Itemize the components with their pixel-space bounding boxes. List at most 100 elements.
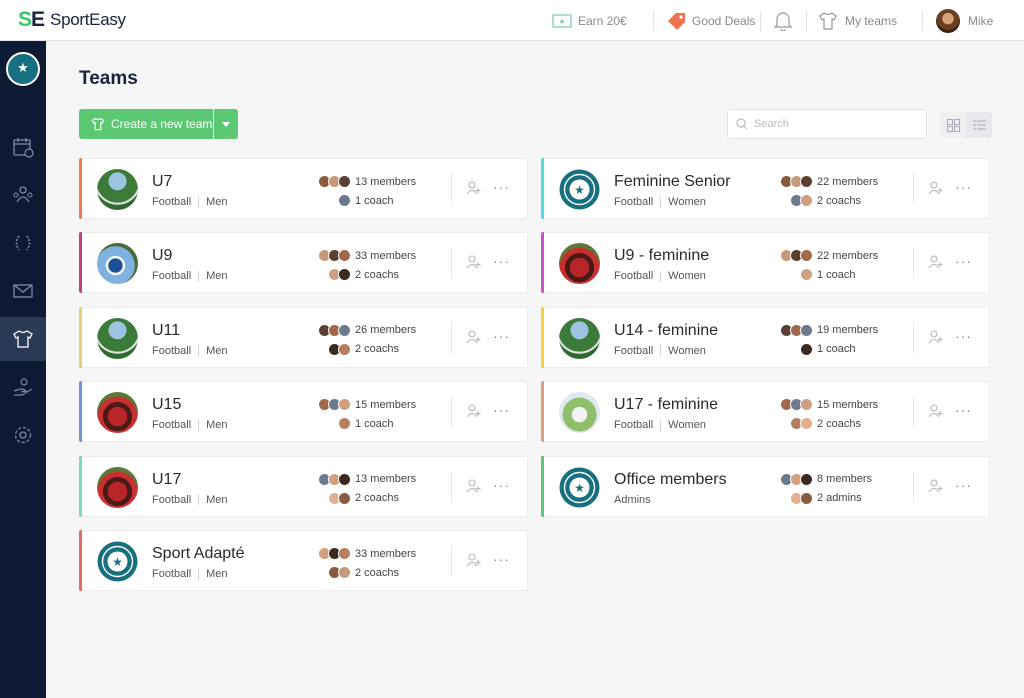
team-card[interactable]: U17 - feminine Football Women 15 members 2 c… <box>541 381 990 443</box>
hand-heart-icon[interactable] <box>0 365 46 409</box>
more-options-icon[interactable]: ··· <box>493 551 510 567</box>
staff-count[interactable]: 2 coachs <box>780 191 920 210</box>
team-name[interactable]: U17 <box>152 471 181 489</box>
team-name[interactable]: U7 <box>152 173 172 191</box>
more-options-icon[interactable]: ··· <box>955 179 972 195</box>
staff-count[interactable]: 2 coachs <box>318 563 458 582</box>
members-count[interactable]: 13 members <box>318 470 458 489</box>
team-photo[interactable] <box>559 243 600 285</box>
members-count[interactable]: 26 members <box>318 321 458 340</box>
team-card[interactable]: ★ Feminine Senior Football Women 22 members 2… <box>541 158 990 219</box>
staff-count[interactable]: 2 coachs <box>318 265 458 284</box>
add-member-button[interactable] <box>466 330 481 349</box>
add-member-button[interactable] <box>928 255 943 274</box>
members-count[interactable]: 15 members <box>318 395 458 414</box>
add-member-button[interactable] <box>928 181 943 200</box>
add-member-button[interactable] <box>928 404 943 423</box>
user-menu[interactable]: Mike <box>936 0 993 41</box>
team-name[interactable]: U9 - feminine <box>614 247 709 265</box>
staff-count[interactable]: 1 coach <box>780 265 920 284</box>
add-member-button[interactable] <box>466 255 481 274</box>
team-name[interactable]: Office members <box>614 471 727 489</box>
more-options-icon[interactable]: ··· <box>955 477 972 493</box>
add-member-button[interactable] <box>928 479 943 498</box>
members-count[interactable]: 15 members <box>780 395 920 414</box>
search-input[interactable] <box>754 118 914 130</box>
team-photo[interactable] <box>97 392 138 434</box>
members-count[interactable]: 8 members <box>780 470 920 489</box>
members-count[interactable]: 33 members <box>318 544 458 563</box>
members-count[interactable]: 22 members <box>780 246 920 265</box>
team-name[interactable]: U14 - feminine <box>614 322 718 340</box>
team-name[interactable]: U11 <box>152 322 180 340</box>
staff-count[interactable]: 2 coachs <box>780 414 920 433</box>
team-name[interactable]: Sport Adapté <box>152 545 245 563</box>
members-count[interactable]: 13 members <box>318 172 458 191</box>
team-photo[interactable]: ★ <box>97 541 138 582</box>
club-logo[interactable] <box>6 52 40 86</box>
staff-count[interactable]: 2 admins <box>780 489 920 508</box>
list-view-button[interactable] <box>966 112 992 138</box>
teams-jersey-icon[interactable] <box>0 317 46 361</box>
team-card[interactable]: U9 - feminine Football Women 22 members 1 co… <box>541 232 990 294</box>
team-photo[interactable] <box>97 317 138 359</box>
mail-icon[interactable] <box>0 269 46 313</box>
more-options-icon[interactable]: ··· <box>493 179 510 195</box>
team-photo[interactable] <box>97 169 138 210</box>
members-icon[interactable] <box>0 173 46 217</box>
settings-gear-icon[interactable] <box>0 413 46 457</box>
team-card[interactable]: U15 Football Men 15 members 1 coach ··· <box>79 381 528 443</box>
team-name[interactable]: U15 <box>152 396 181 414</box>
add-member-button[interactable] <box>466 479 481 498</box>
more-options-icon[interactable]: ··· <box>955 253 972 269</box>
more-options-icon[interactable]: ··· <box>955 328 972 344</box>
team-photo[interactable] <box>559 392 600 434</box>
more-options-icon[interactable]: ··· <box>493 477 510 493</box>
team-card[interactable]: U14 - feminine Football Women 19 members 1 c… <box>541 306 990 368</box>
more-options-icon[interactable]: ··· <box>493 402 510 418</box>
team-photo[interactable] <box>97 466 138 508</box>
team-card[interactable]: U11 Football Men 26 members 2 coachs ··· <box>79 306 528 368</box>
team-card[interactable]: ★ Office members Admins 8 members 2 admins ··… <box>541 455 990 517</box>
staff-count[interactable]: 2 coachs <box>318 340 458 359</box>
notifications-button[interactable] <box>774 0 792 41</box>
search-box[interactable] <box>727 109 927 139</box>
team-card[interactable]: U9 Football Men 33 members 2 coachs ··· <box>79 232 528 294</box>
more-options-icon[interactable]: ··· <box>493 253 510 269</box>
staff-count[interactable]: 2 coachs <box>318 489 458 508</box>
team-name[interactable]: U17 - feminine <box>614 396 718 414</box>
earn-link[interactable]: ★ Earn 20€ <box>552 0 627 41</box>
my-teams-link[interactable]: My teams <box>818 0 897 41</box>
more-options-icon[interactable]: ··· <box>955 402 972 418</box>
team-name[interactable]: U9 <box>152 247 172 265</box>
team-photo[interactable] <box>97 243 138 285</box>
sporteasy-logo[interactable]: SE SportEasy <box>18 9 126 30</box>
members-count[interactable]: 22 members <box>780 172 920 191</box>
add-member-button[interactable] <box>466 404 481 423</box>
team-photo[interactable] <box>559 317 600 359</box>
team-card[interactable]: U17 Football Men 13 members 2 coachs ··· <box>79 455 528 517</box>
staff-count[interactable]: 1 coach <box>318 414 458 433</box>
staff-label: 2 coachs <box>355 492 400 505</box>
calendar-icon[interactable] <box>0 125 46 169</box>
grid-view-button[interactable] <box>940 112 966 138</box>
team-name[interactable]: Feminine Senior <box>614 173 731 191</box>
laurel-icon[interactable] <box>0 221 46 265</box>
create-team-button[interactable]: Create a new team <box>79 109 213 139</box>
members-count[interactable]: 19 members <box>780 321 920 340</box>
team-card[interactable]: U7 Football Men 13 members 1 coach ··· <box>79 158 528 219</box>
team-card[interactable]: ★ Sport Adapté Football Men 33 members 2 coac… <box>79 530 528 591</box>
good-deals-link[interactable]: Good Deals <box>667 0 755 41</box>
staff-count[interactable]: 1 coach <box>780 340 920 359</box>
avatar <box>800 472 813 486</box>
staff-count[interactable]: 1 coach <box>318 191 458 210</box>
team-photo[interactable]: ★ <box>559 169 600 210</box>
team-photo[interactable]: ★ <box>559 467 600 508</box>
add-member-button[interactable] <box>928 330 943 349</box>
team-color-bar <box>79 306 82 368</box>
members-count[interactable]: 33 members <box>318 246 458 265</box>
more-options-icon[interactable]: ··· <box>493 328 510 344</box>
create-team-dropdown[interactable] <box>214 109 238 139</box>
add-member-button[interactable] <box>466 181 481 200</box>
add-member-button[interactable] <box>466 553 481 572</box>
